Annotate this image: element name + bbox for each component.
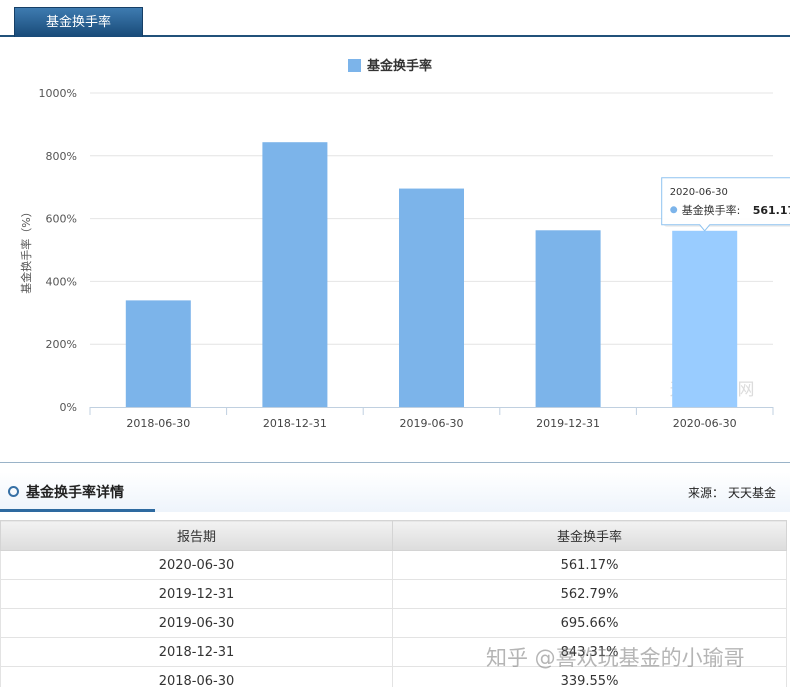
- y-tick-label: 400%: [46, 275, 77, 288]
- y-tick-label: 1000%: [39, 87, 77, 100]
- title-underline: [0, 509, 155, 512]
- bar-2019-06-30: [399, 188, 464, 407]
- x-tick-label: 2018-12-31: [263, 417, 327, 430]
- zhihu-watermark: 知乎 @喜欢玩基金的小瑜哥: [486, 646, 745, 670]
- section-divider: [0, 462, 790, 463]
- y-tick-label: 0%: [60, 401, 77, 414]
- x-tick-label: 2020-06-30: [673, 417, 737, 430]
- source-info: 来源： 天天基金: [684, 484, 776, 501]
- column-header-period: 报告期: [0, 520, 393, 551]
- cell-period: 2020-06-30: [0, 550, 393, 580]
- y-tick-label: 600%: [46, 213, 77, 226]
- table-row: 2019-12-31 562.79%: [0, 579, 787, 609]
- y-axis-title: 基金换手率（%）: [19, 206, 33, 293]
- bar-2018-12-31: [262, 142, 328, 407]
- turnover-bar-chart: 0%200%400%600%800%1000%天天基金网2018-06-3020…: [19, 58, 790, 430]
- table-row: 2020-06-30 561.17%: [0, 550, 787, 580]
- cell-period: 2019-12-31: [0, 579, 393, 609]
- tab-bar: 基金换手率: [0, 0, 790, 37]
- circle-icon: [8, 486, 19, 497]
- cell-turnover: 562.79%: [392, 579, 787, 609]
- bar-2020-06-30: [672, 230, 738, 407]
- bar-2018-06-30: [125, 300, 191, 407]
- y-tick-label: 200%: [46, 338, 77, 351]
- detail-header: 基金换手率详情 来源： 天天基金: [0, 472, 790, 512]
- legend-label: 基金换手率: [366, 58, 432, 74]
- source-label: 来源：: [687, 486, 724, 500]
- detail-title: 基金换手率详情: [26, 485, 124, 501]
- source-value: 天天基金: [727, 486, 776, 500]
- cell-turnover: 561.17%: [392, 550, 787, 580]
- table-row: 2019-06-30 695.66%: [0, 608, 787, 638]
- y-tick-label: 800%: [46, 150, 77, 163]
- legend-swatch: [348, 59, 361, 72]
- tooltip-date: 2020-06-30: [670, 187, 728, 198]
- x-tick-label: 2019-12-31: [536, 417, 600, 430]
- tooltip-marker: [670, 206, 678, 214]
- column-header-turnover: 基金换手率: [392, 520, 787, 551]
- cell-period: 2019-06-30: [0, 608, 393, 638]
- cell-period: 2018-06-30: [0, 666, 393, 687]
- tooltip-value: 561.17%: [753, 204, 790, 217]
- bar-2019-12-31: [535, 230, 601, 407]
- tooltip-label: 基金换手率:: [682, 203, 741, 217]
- x-tick-label: 2019-06-30: [400, 417, 464, 430]
- x-tick-label: 2018-06-30: [126, 417, 190, 430]
- tab-turnover-rate[interactable]: 基金换手率: [14, 7, 143, 37]
- cell-period: 2018-12-31: [0, 637, 393, 667]
- cell-turnover: 695.66%: [392, 608, 787, 638]
- table-header-row: 报告期 基金换手率: [0, 520, 787, 551]
